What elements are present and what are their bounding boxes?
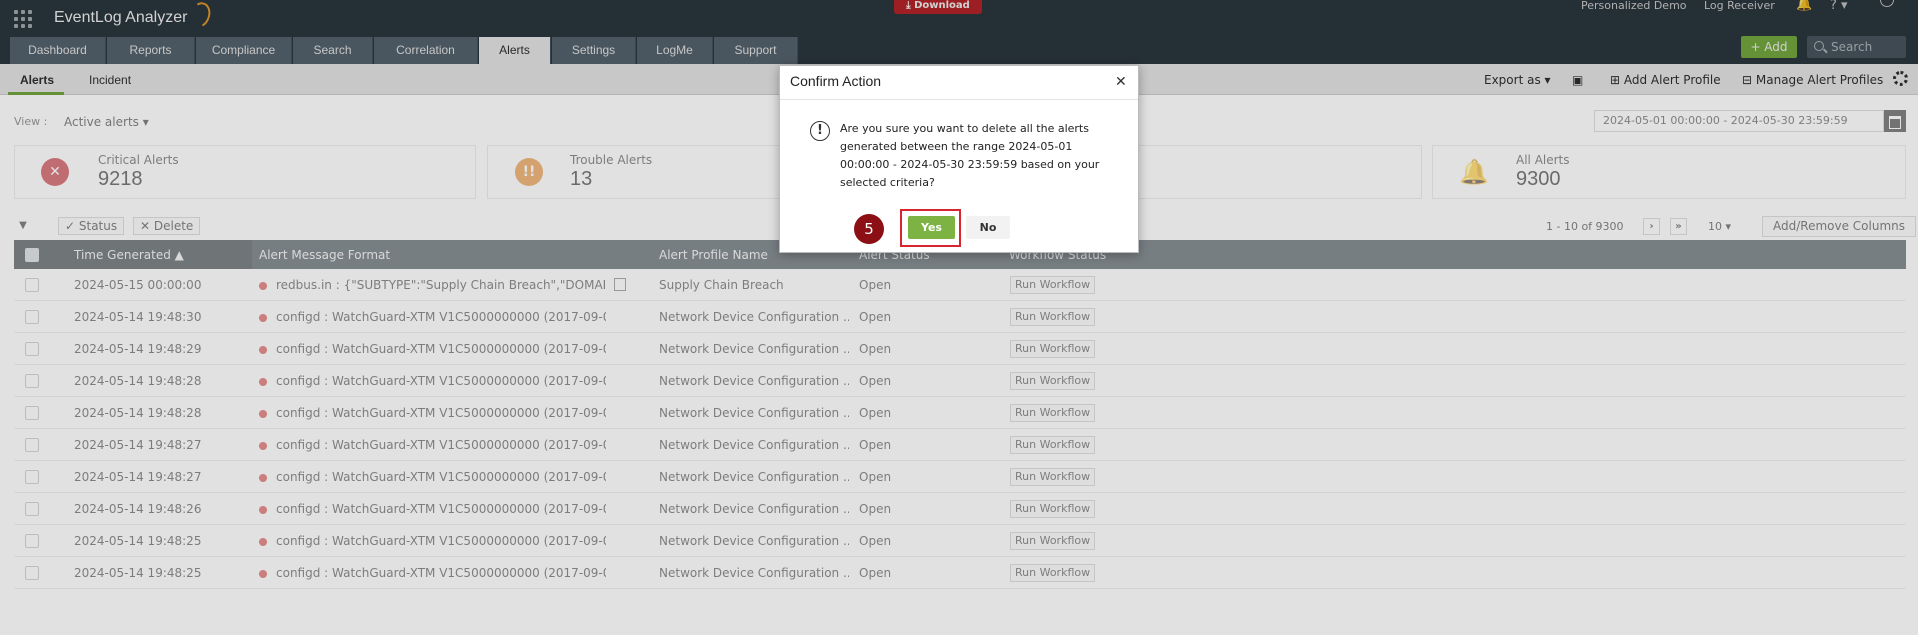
yes-button[interactable]: Yes: [908, 216, 955, 239]
no-button[interactable]: No: [966, 216, 1010, 239]
step-badge: 5: [854, 214, 884, 244]
dialog-title: Confirm Action: [790, 73, 882, 89]
close-icon[interactable]: ✕: [1115, 74, 1127, 90]
dialog-message: Are you sure you want to delete all the …: [840, 122, 1100, 189]
warning-icon: !: [810, 121, 830, 141]
dialog-divider: [780, 99, 1138, 100]
